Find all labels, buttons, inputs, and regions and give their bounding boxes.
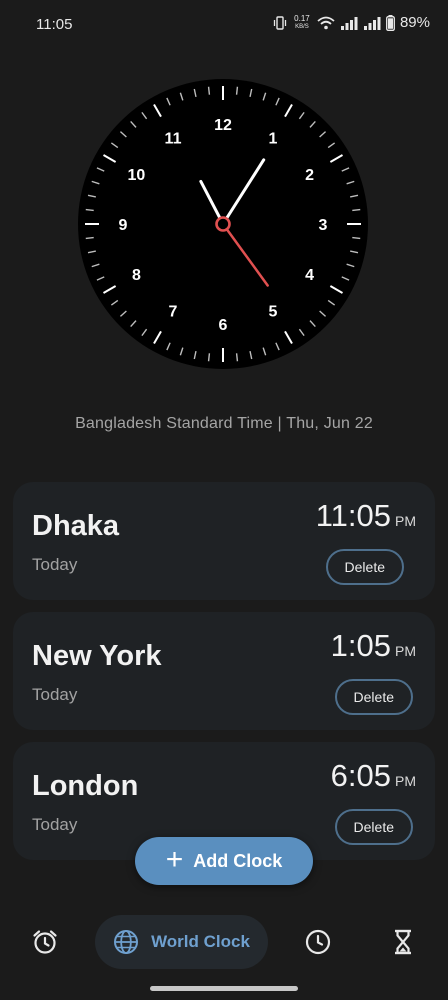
clock-numeral: 9 — [119, 217, 128, 234]
nav-label-world-clock: World Clock — [151, 932, 250, 951]
clock-numeral: 8 — [132, 267, 141, 284]
clock-minute-tick — [85, 236, 94, 240]
hourglass-icon — [395, 929, 411, 955]
status-time: 11:05 — [36, 16, 73, 33]
vibrate-icon — [273, 15, 287, 30]
add-clock-label: Add Clock — [193, 850, 283, 871]
clock-numeral: 11 — [165, 130, 182, 147]
city-name: New York — [32, 640, 162, 672]
battery-percent: 89% — [399, 14, 430, 31]
clock-numeral: 1 — [269, 130, 278, 147]
clock-numeral: 4 — [305, 267, 314, 284]
city-time-ampm: PM — [395, 643, 416, 659]
clock-numeral: 7 — [169, 304, 178, 321]
delete-button[interactable]: Delete — [334, 809, 413, 845]
clock-minute-tick — [352, 208, 361, 212]
nav-alarm[interactable] — [18, 915, 72, 969]
city-time: 11:05 PM — [316, 498, 416, 534]
clock-minute-tick — [85, 208, 94, 212]
add-clock-button[interactable]: + Add Clock — [135, 837, 313, 885]
city-time-value: 6:05 — [330, 758, 391, 793]
wifi-icon — [317, 16, 335, 29]
signal-icon-2 — [363, 16, 381, 30]
clock-numeral: 6 — [219, 317, 228, 334]
network-speed-unit: KB/S — [295, 23, 309, 30]
status-icons: 0.17 KB/S 89% — [273, 14, 430, 31]
city-name: Dhaka — [32, 510, 120, 542]
clock-center-hub — [215, 216, 231, 232]
network-speed-value: 0.17 — [294, 13, 310, 23]
city-day: Today — [32, 815, 78, 834]
clock-numeral: 10 — [128, 167, 146, 184]
stopwatch-icon — [305, 929, 331, 955]
signal-icon — [340, 16, 358, 30]
status-bar: 11:05 0.17 KB/S 89% — [0, 0, 448, 52]
clock-minute-tick — [207, 353, 211, 362]
city-time: 1:05 PM — [331, 628, 416, 664]
clock-numeral: 12 — [214, 117, 232, 134]
bottom-navigation: World Clock — [0, 900, 448, 986]
globe-icon — [114, 930, 139, 954]
city-time-ampm: PM — [395, 513, 416, 529]
clock-numeral: 5 — [269, 304, 278, 321]
battery-icon — [386, 14, 395, 31]
network-speed: 0.17 KB/S — [292, 13, 312, 31]
city-day: Today — [32, 555, 78, 574]
city-card-dhaka[interactable]: Dhaka Today 11:05 PM Delete — [13, 482, 435, 600]
nav-timer[interactable] — [376, 915, 430, 969]
city-time-value: 1:05 — [330, 628, 391, 663]
city-name: London — [32, 770, 139, 802]
city-time-value: 11:05 — [315, 498, 391, 533]
timezone-date-label: Bangladesh Standard Time | Thu, Jun 22 — [75, 415, 373, 432]
city-day: Today — [32, 685, 78, 704]
nav-world-clock[interactable]: World Clock — [95, 915, 268, 969]
alarm-icon — [33, 930, 57, 954]
clock-numeral: 2 — [305, 167, 314, 184]
city-card-new-york[interactable]: New York Today 1:05 PM Delete — [13, 612, 435, 730]
clock-minute-tick — [235, 86, 239, 95]
analog-clock: 121234567891011 — [78, 79, 368, 369]
clock-minute-tick — [235, 353, 239, 362]
clock-numeral: 3 — [319, 217, 328, 234]
delete-button[interactable]: Delete — [334, 679, 413, 715]
plus-icon: + — [165, 842, 184, 876]
delete-button[interactable]: Delete — [325, 549, 404, 585]
nav-stopwatch[interactable] — [291, 915, 345, 969]
clock-minute-tick — [207, 86, 211, 95]
city-time: 6:05 PM — [331, 758, 416, 794]
city-time-ampm: PM — [395, 773, 416, 789]
home-indicator[interactable] — [150, 986, 298, 991]
clock-minute-tick — [352, 236, 361, 240]
